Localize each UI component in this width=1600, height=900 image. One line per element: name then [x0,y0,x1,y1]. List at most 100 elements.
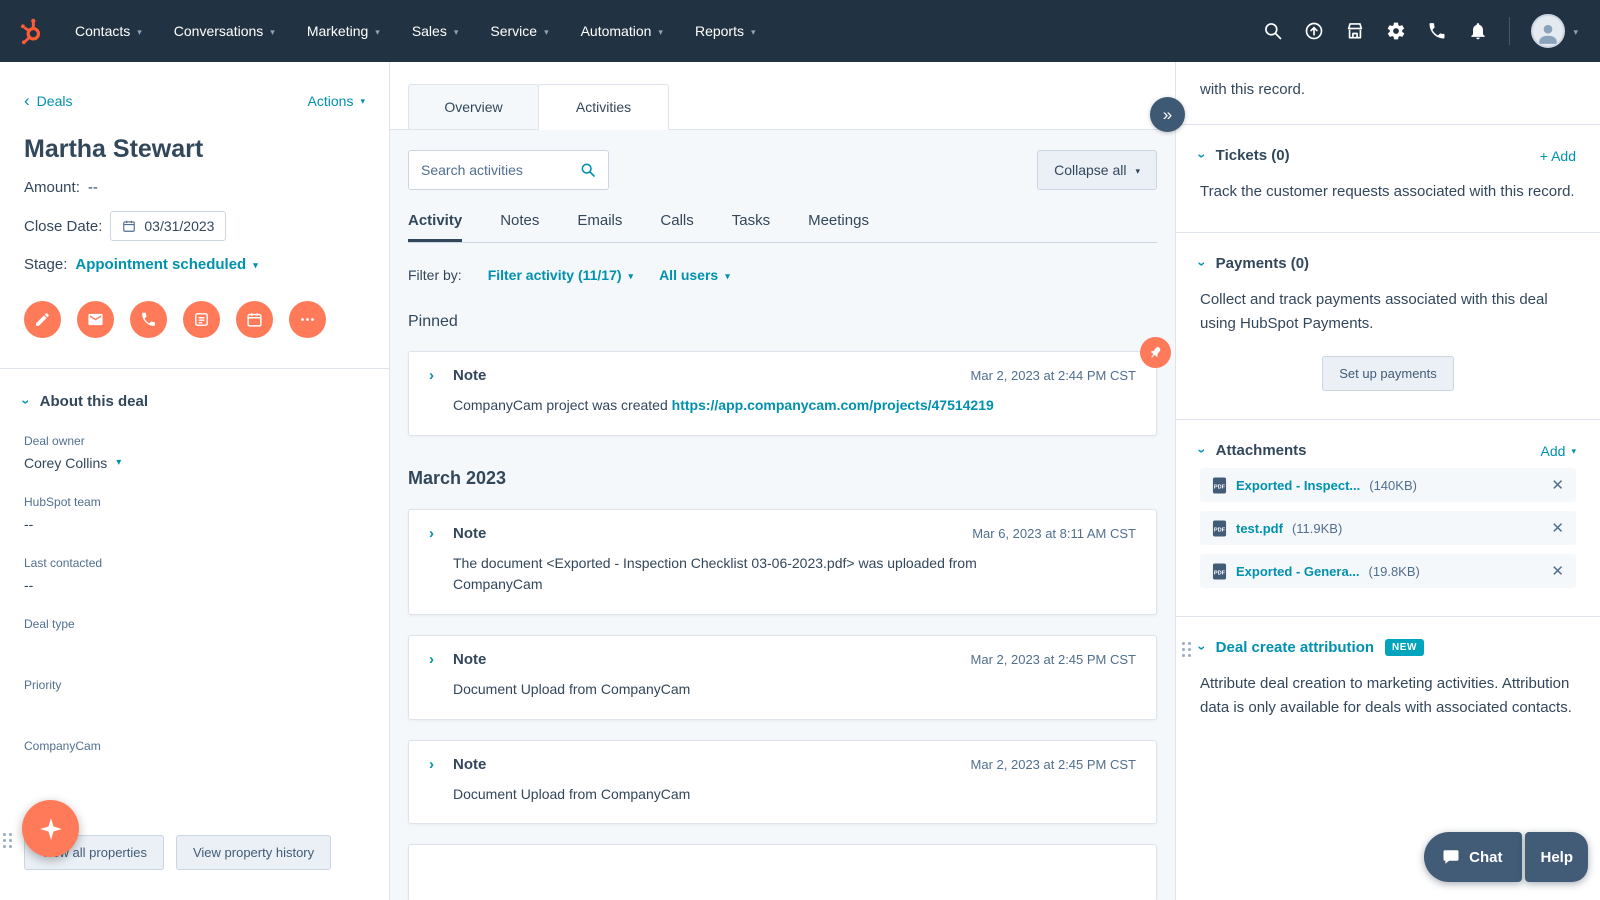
chevron-down-icon[interactable]: › [1195,153,1209,158]
collapse-all-button[interactable]: Collapse all ▾ [1037,150,1157,190]
subtab-meetings[interactable]: Meetings [808,212,869,242]
subtab-tasks[interactable]: Tasks [732,212,770,242]
chevron-right-icon[interactable]: › [429,526,443,541]
field-priority: Priority [24,678,365,715]
field-deal-owner: Deal owner Corey Collins ▾ [24,434,365,471]
subtab-activity[interactable]: Activity [408,212,462,242]
attachment-name[interactable]: Exported - Genera... [1236,564,1360,579]
note-card-partial[interactable] [408,844,1157,900]
search-activities-input[interactable] [421,162,572,178]
tab-overview[interactable]: Overview [408,84,539,130]
quick-action-note-button[interactable] [24,301,61,338]
quick-action-task-button[interactable] [183,301,220,338]
nav-item-marketing[interactable]: Marketing▾ [307,23,380,39]
chevron-down-icon[interactable]: › [1195,645,1209,650]
sparkles-icon [38,816,64,842]
owner-dropdown-caret[interactable]: ▾ [116,457,121,468]
pin-icon[interactable] [1140,337,1171,368]
back-to-deals-link[interactable]: ‹ Deals [24,92,72,109]
marketplace-icon[interactable] [1345,21,1365,41]
quick-action-email-button[interactable] [77,301,114,338]
remove-attachment-button[interactable]: ✕ [1551,519,1564,537]
copilot-button[interactable] [22,800,79,857]
meeting-icon [246,311,263,328]
quick-action-more-button[interactable] [289,301,326,338]
drag-handle[interactable] [1182,642,1191,657]
calendar-icon [122,219,136,233]
note-card: › Note Mar 2, 2023 at 2:45 PM CST Docume… [408,635,1157,720]
note-card: › Note Mar 2, 2023 at 2:45 PM CST Docume… [408,740,1157,825]
set-up-payments-button[interactable]: Set up payments [1322,356,1454,391]
attribution-title: Deal create attribution [1216,639,1374,656]
nav-item-service[interactable]: Service▾ [490,23,548,39]
card-body: CompanyCam project was created https://a… [453,395,1043,417]
stage-dropdown[interactable]: Appointment scheduled ▾ [75,256,257,273]
attachment-name[interactable]: Exported - Inspect... [1236,478,1360,493]
drag-handle[interactable] [3,833,12,848]
attachment-size: (140KB) [1369,478,1417,493]
add-attachment-dropdown[interactable]: Add ▾ [1541,443,1576,459]
quick-actions [24,301,365,338]
top-navigation: Contacts▾ Conversations▾ Marketing▾ Sale… [0,0,1600,62]
payments-description: Collect and track payments associated wi… [1200,288,1576,336]
activity-panel: Overview Activities » Collapse all ▾ [390,62,1176,900]
chevron-down-icon[interactable]: › [1195,261,1209,266]
add-ticket-link[interactable]: + Add [1540,148,1576,164]
view-property-history-button[interactable]: View property history [176,835,331,870]
subtab-emails[interactable]: Emails [577,212,622,242]
card-body: Document Upload from CompanyCam [453,679,1043,701]
attachment-name[interactable]: test.pdf [1236,521,1283,536]
nav-item-conversations[interactable]: Conversations▾ [174,23,275,39]
chevron-down-icon: ▾ [629,270,634,281]
tab-activities[interactable]: Activities [538,84,669,130]
note-link[interactable]: https://app.companycam.com/projects/4751… [672,397,994,413]
close-date-input[interactable]: 03/31/2023 [110,211,226,241]
settings-icon[interactable] [1386,21,1406,41]
nav-item-label: Marketing [307,23,368,39]
chevron-right-icon[interactable]: › [429,652,443,667]
upgrade-icon[interactable] [1304,21,1324,41]
search-icon[interactable] [580,162,596,178]
notifications-icon[interactable] [1468,21,1488,41]
nav-item-label: Conversations [174,23,264,39]
chat-button[interactable]: Chat [1424,832,1522,882]
hubspot-logo[interactable] [18,18,45,45]
about-section-toggle[interactable]: › About this deal [24,393,365,410]
note-text: CompanyCam project was created [453,397,668,413]
actions-label: Actions [308,93,354,109]
remove-attachment-button[interactable]: ✕ [1551,562,1564,580]
nav-item-automation[interactable]: Automation▾ [581,23,663,39]
help-button[interactable]: Help [1525,832,1588,882]
quick-action-meeting-button[interactable] [236,301,273,338]
collapse-panel-button[interactable]: » [1150,97,1185,132]
subtab-calls[interactable]: Calls [660,212,693,242]
search-icon[interactable] [1263,21,1283,41]
subtab-notes[interactable]: Notes [500,212,539,242]
chevron-right-icon[interactable]: › [429,757,443,772]
calls-icon[interactable] [1427,21,1447,41]
card-timestamp: Mar 2, 2023 at 2:44 PM CST [971,368,1136,383]
user-filter-dropdown[interactable]: All users ▾ [659,267,730,283]
remove-attachment-button[interactable]: ✕ [1551,476,1564,494]
chevron-right-icon[interactable]: › [429,368,443,383]
quick-action-call-button[interactable] [130,301,167,338]
nav-item-sales[interactable]: Sales▾ [412,23,459,39]
nav-item-contacts[interactable]: Contacts▾ [75,23,142,39]
field-label: Deal type [24,617,365,631]
filter-by-label: Filter by: [408,267,462,283]
tickets-description: Track the customer requests associated w… [1200,180,1576,204]
field-label: Deal owner [24,434,365,448]
account-menu[interactable]: ▾ [1531,14,1578,48]
chevron-left-icon: ‹ [24,92,30,109]
chevron-down-icon: ▾ [1573,26,1578,37]
nav-divider [1509,17,1510,45]
field-value: -- [24,577,33,593]
attachments-section: › Attachments Add ▾ PDF Exported - Inspe… [1176,419,1600,616]
chevron-down-icon[interactable]: › [1195,448,1209,453]
activity-filter-dropdown[interactable]: Filter activity (11/17) ▾ [488,267,633,283]
actions-dropdown[interactable]: Actions ▾ [308,93,365,109]
nav-item-reports[interactable]: Reports▾ [695,23,756,39]
field-value: Corey Collins [24,455,107,471]
more-icon [299,311,316,328]
nav-menu: Contacts▾ Conversations▾ Marketing▾ Sale… [75,23,756,39]
